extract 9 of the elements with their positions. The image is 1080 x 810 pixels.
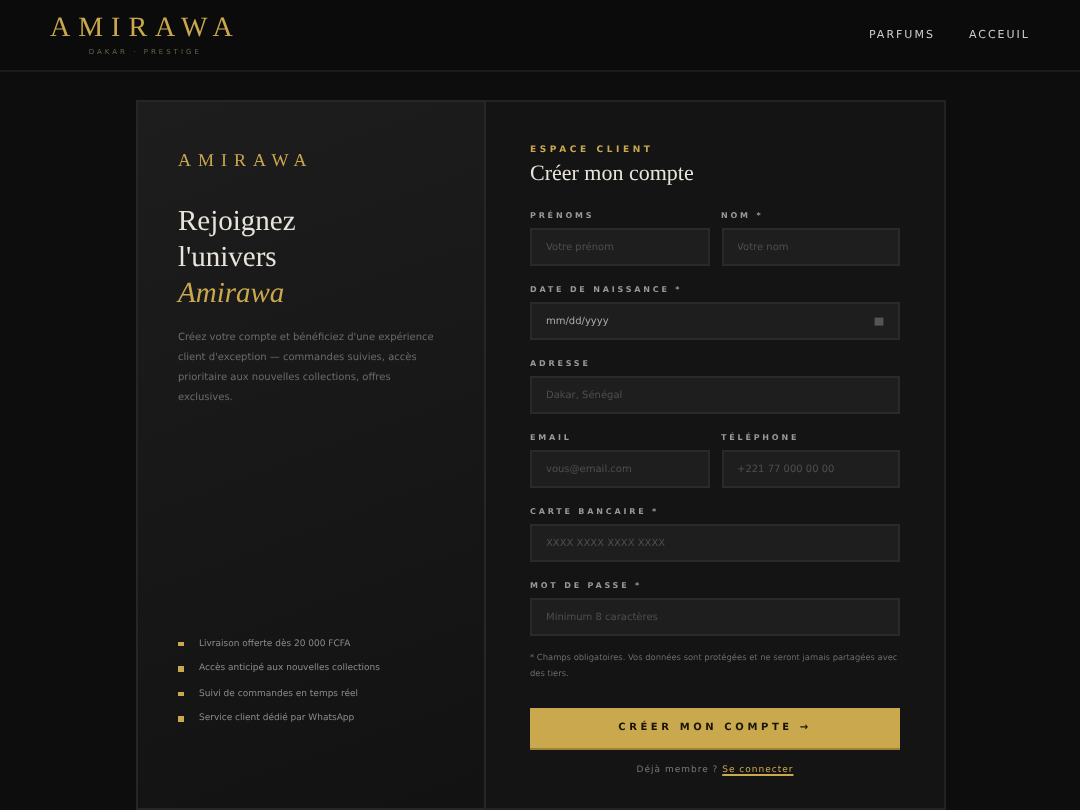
bullet-icon: [178, 641, 183, 647]
bullet-icon: [178, 691, 183, 697]
form-title: Créer mon compte: [530, 162, 696, 186]
bullet-icon: [178, 666, 183, 672]
heading: Rejoignez l'univers Amirawa: [178, 204, 298, 312]
calendar-icon[interactable]: [874, 316, 884, 326]
brand-name: AMIRAWA: [178, 150, 316, 170]
logo[interactable]: AMIRAWA: [50, 14, 241, 46]
bullet-icon: [178, 716, 183, 722]
